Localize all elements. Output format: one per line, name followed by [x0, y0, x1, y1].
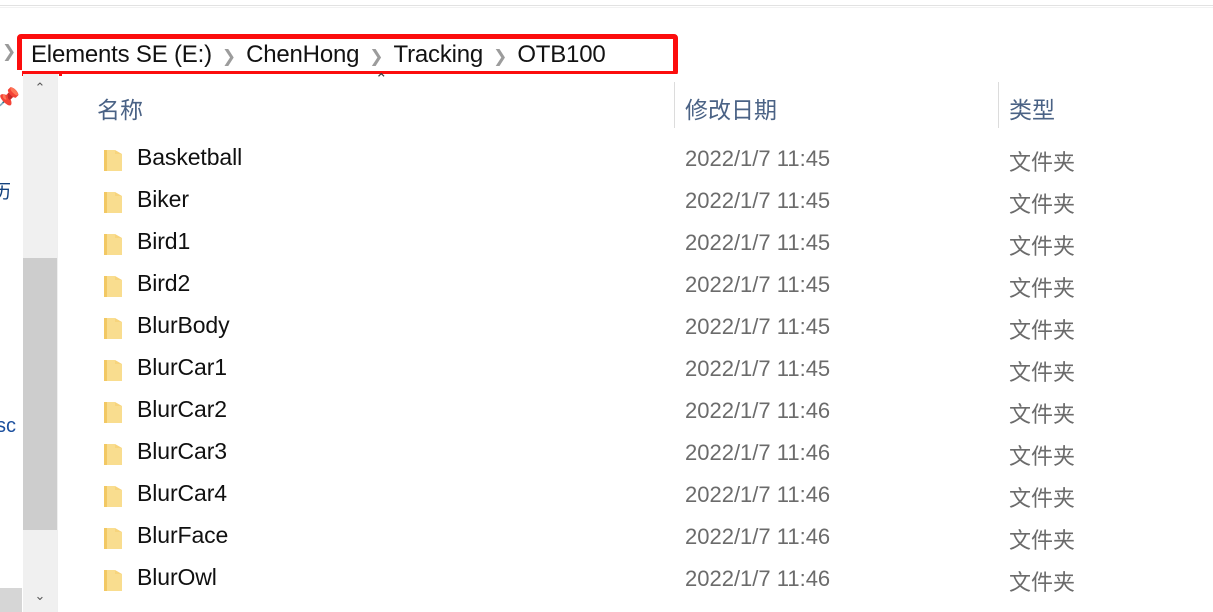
scroll-up-arrow-icon[interactable]: ⌃: [23, 74, 57, 104]
chevron-right-icon[interactable]: ❯: [483, 48, 517, 65]
table-row[interactable]: BlurOwl 2022/1/7 11:46 文件夹: [62, 560, 1213, 602]
file-name[interactable]: Biker: [137, 186, 189, 213]
file-date-modified: 2022/1/7 11:46: [685, 440, 831, 465]
file-date-modified: 2022/1/7 11:46: [685, 524, 831, 549]
file-name[interactable]: BlurCar3: [137, 438, 227, 465]
table-row[interactable]: Basketball 2022/1/7 11:45 文件夹: [62, 140, 1213, 182]
file-date-modified: 2022/1/7 11:46: [685, 482, 831, 507]
file-date-modified: 2022/1/7 11:46: [685, 398, 831, 423]
folder-icon: [103, 359, 123, 382]
file-type: 文件夹: [1009, 150, 1076, 175]
file-type: 文件夹: [1009, 192, 1076, 217]
breadcrumb[interactable]: Elements SE (E:) ❯ ChenHong ❯ Tracking ❯…: [17, 34, 678, 76]
folder-icon: [103, 443, 123, 466]
scrollbar-thumb[interactable]: [23, 258, 57, 530]
folder-icon: [103, 527, 123, 550]
column-header-row[interactable]: ⌃ 名称 修改日期 类型: [62, 70, 1213, 134]
scrollbar-edge-divider: [57, 74, 59, 612]
nav-selected-item[interactable]: [0, 588, 22, 612]
breadcrumb-item-tracking[interactable]: Tracking: [394, 41, 484, 69]
column-header-name[interactable]: 名称: [97, 91, 143, 125]
table-row[interactable]: Bird1 2022/1/7 11:45 文件夹: [62, 224, 1213, 266]
vertical-scrollbar[interactable]: ⌃ ⌄: [23, 74, 57, 612]
file-date-modified: 2022/1/7 11:45: [685, 230, 831, 255]
file-type: 文件夹: [1009, 402, 1076, 427]
breadcrumb-item-chenhong[interactable]: ChenHong: [246, 41, 359, 69]
file-date-modified: 2022/1/7 11:45: [685, 188, 831, 213]
file-name[interactable]: Basketball: [137, 144, 242, 171]
navigation-pane[interactable]: 📌 历 sc ): [0, 70, 22, 612]
nav-item-label-clipped-3[interactable]: ): [0, 597, 1, 612]
table-row[interactable]: BlurCar2 2022/1/7 11:46 文件夹: [62, 392, 1213, 434]
table-row[interactable]: BlurCar4 2022/1/7 11:46 文件夹: [62, 476, 1213, 518]
sort-ascending-icon: ⌃: [375, 70, 388, 88]
file-date-modified: 2022/1/7 11:46: [685, 566, 831, 591]
folder-icon: [103, 149, 123, 172]
address-bar[interactable]: ❯ Elements SE (E:) ❯ ChenHong ❯ Tracking…: [0, 14, 1213, 76]
file-type: 文件夹: [1009, 318, 1076, 343]
window-top-rule: [0, 5, 1213, 6]
file-type: 文件夹: [1009, 276, 1076, 301]
column-header-type[interactable]: 类型: [1009, 91, 1055, 125]
file-name[interactable]: BlurCar2: [137, 396, 227, 423]
file-type: 文件夹: [1009, 570, 1076, 595]
folder-icon: [103, 485, 123, 508]
column-divider[interactable]: [998, 82, 999, 128]
breadcrumb-item-drive[interactable]: Elements SE (E:): [22, 41, 212, 69]
nav-item-label-clipped-1[interactable]: 历: [0, 177, 11, 204]
file-date-modified: 2022/1/7 11:45: [685, 146, 831, 171]
file-date-modified: 2022/1/7 11:45: [685, 356, 831, 381]
file-list[interactable]: Basketball 2022/1/7 11:45 文件夹 Biker 2022/1/7…: [62, 140, 1213, 612]
file-type: 文件夹: [1009, 234, 1076, 259]
folder-icon: [103, 233, 123, 256]
file-type: 文件夹: [1009, 360, 1076, 385]
folder-icon: [103, 275, 123, 298]
folder-icon: [103, 401, 123, 424]
file-name[interactable]: BlurFace: [137, 522, 228, 549]
folder-icon: [103, 569, 123, 592]
table-row[interactable]: Bird2 2022/1/7 11:45 文件夹: [62, 266, 1213, 308]
file-name[interactable]: Bird1: [137, 228, 190, 255]
file-date-modified: 2022/1/7 11:45: [685, 272, 831, 297]
file-date-modified: 2022/1/7 11:45: [685, 314, 831, 339]
file-type: 文件夹: [1009, 528, 1076, 553]
file-name[interactable]: Bird2: [137, 270, 190, 297]
file-name[interactable]: BlurOwl: [137, 564, 217, 591]
table-row[interactable]: BlurCar1 2022/1/7 11:45 文件夹: [62, 350, 1213, 392]
file-name[interactable]: BlurCar1: [137, 354, 227, 381]
table-row[interactable]: BlurBody 2022/1/7 11:45 文件夹: [62, 308, 1213, 350]
file-type: 文件夹: [1009, 486, 1076, 511]
nav-pane-gap: [0, 489, 22, 541]
file-type: 文件夹: [1009, 444, 1076, 469]
nav-item-label-clipped-2[interactable]: sc: [0, 415, 16, 438]
folder-icon: [103, 191, 123, 214]
column-divider[interactable]: [674, 82, 675, 128]
chevron-right-icon[interactable]: ❯: [359, 48, 393, 65]
table-row[interactable]: Biker 2022/1/7 11:45 文件夹: [62, 182, 1213, 224]
table-row[interactable]: BlurFace 2022/1/7 11:46 文件夹: [62, 518, 1213, 560]
scroll-down-arrow-icon[interactable]: ⌄: [23, 582, 57, 612]
pin-icon[interactable]: 📌: [0, 88, 20, 110]
column-header-date-modified[interactable]: 修改日期: [685, 91, 777, 125]
window-top-rule-secondary: [0, 7, 1213, 8]
breadcrumb-item-otb100[interactable]: OTB100: [517, 41, 605, 69]
table-row[interactable]: BlurCar3 2022/1/7 11:46 文件夹: [62, 434, 1213, 476]
file-name[interactable]: BlurCar4: [137, 480, 227, 507]
chevron-right-icon[interactable]: ❯: [212, 48, 246, 65]
file-name[interactable]: BlurBody: [137, 312, 230, 339]
folder-icon: [103, 317, 123, 340]
chevron-right-icon[interactable]: ❯: [2, 43, 16, 60]
